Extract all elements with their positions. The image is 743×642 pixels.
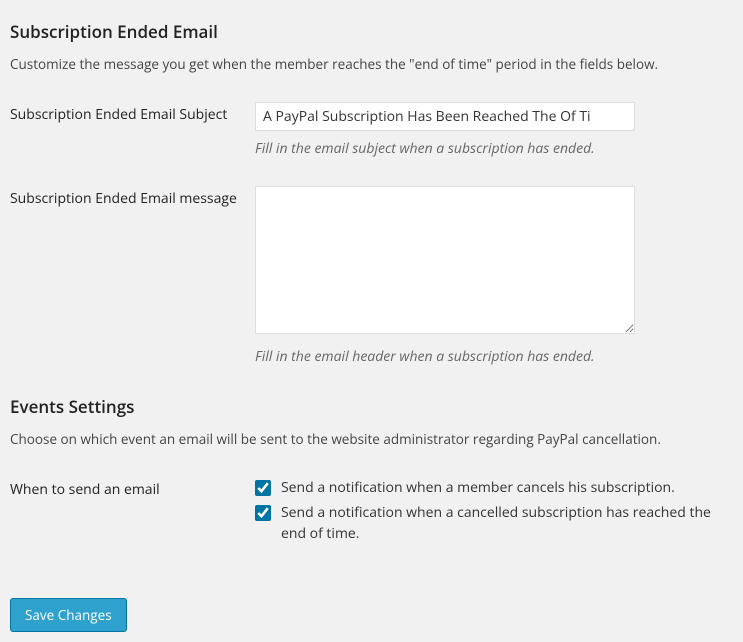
label-email-message: Subscription Ended Email message <box>10 186 255 209</box>
email-subject-input[interactable] <box>255 102 635 131</box>
label-email-subject: Subscription Ended Email Subject <box>10 102 255 125</box>
section-desc-events: Choose on which event an email will be s… <box>10 430 733 449</box>
section-heading-subscription-ended: Subscription Ended Email <box>10 20 733 43</box>
save-button[interactable]: Save Changes <box>10 598 127 632</box>
checkbox-notify-cancel[interactable] <box>255 480 271 496</box>
form-row-when-to-send: When to send an email Send a notificatio… <box>10 477 733 548</box>
checkbox-notify-end-of-time[interactable] <box>255 505 271 521</box>
form-row-subject: Subscription Ended Email Subject Fill in… <box>10 102 733 159</box>
label-when-to-send: When to send an email <box>10 477 255 500</box>
section-desc-subscription-ended: Customize the message you get when the m… <box>10 55 733 74</box>
email-message-textarea[interactable] <box>255 186 635 334</box>
help-email-subject: Fill in the email subject when a subscri… <box>255 139 725 159</box>
help-email-message: Fill in the email header when a subscrip… <box>255 347 725 367</box>
checkbox-label-cancel: Send a notification when a member cancel… <box>281 477 675 498</box>
form-row-message: Subscription Ended Email message Fill in… <box>10 186 733 367</box>
checkbox-row-cancel: Send a notification when a member cancel… <box>255 477 725 498</box>
section-heading-events: Events Settings <box>10 395 733 418</box>
checkbox-row-end-of-time: Send a notification when a cancelled sub… <box>255 502 725 544</box>
checkbox-label-end-of-time: Send a notification when a cancelled sub… <box>281 502 725 544</box>
